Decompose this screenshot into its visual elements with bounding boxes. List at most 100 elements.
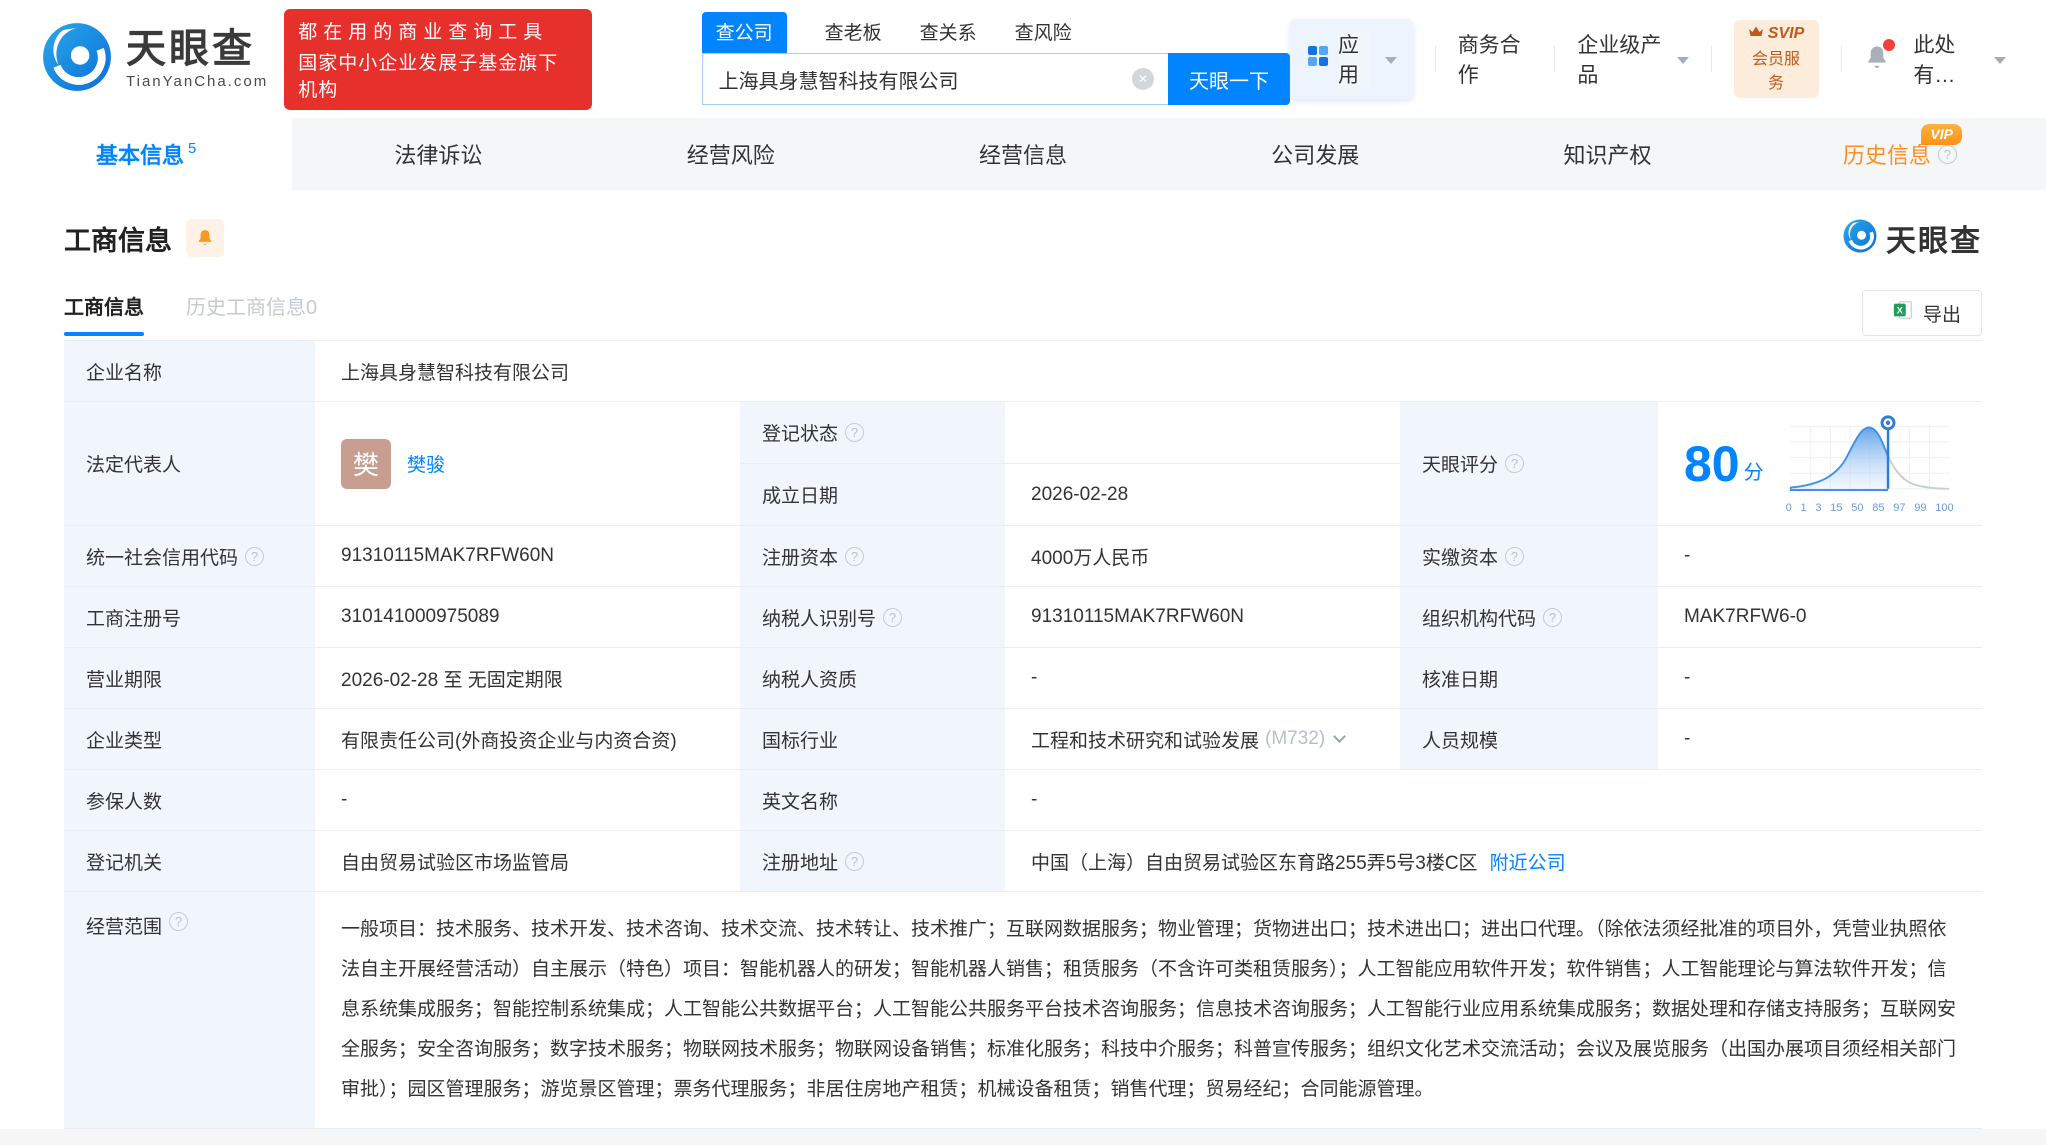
help-icon[interactable] bbox=[845, 852, 864, 871]
subscribe-bell-icon[interactable] bbox=[186, 219, 224, 257]
credit-code-value: 91310115MAK7RFW60N bbox=[315, 526, 740, 587]
divider bbox=[1554, 46, 1555, 72]
help-icon[interactable] bbox=[845, 423, 864, 442]
reg-status-value bbox=[1005, 402, 1400, 464]
score-distribution-chart: 01 315 5085 9799 100 bbox=[1786, 414, 1954, 514]
subtab-business-info[interactable]: 工商信息 bbox=[64, 291, 144, 336]
help-icon[interactable] bbox=[1505, 454, 1524, 473]
nearby-companies-link[interactable]: 附近公司 bbox=[1490, 848, 1566, 875]
svip-member-button[interactable]: SVIP 会员服务 bbox=[1734, 20, 1819, 98]
paid-capital-label: 实缴资本 bbox=[1400, 526, 1658, 587]
business-info-table: 企业名称 上海具身慧智科技有限公司 法定代表人 樊 樊骏 登记状态 成立日期 2… bbox=[64, 340, 1982, 1129]
notification-dot bbox=[1883, 39, 1895, 51]
svip-sub-label: 会员服务 bbox=[1748, 45, 1805, 93]
tab-count-badge: 5 bbox=[188, 140, 196, 157]
notification-bell-icon[interactable] bbox=[1863, 43, 1891, 76]
apps-label: 应用 bbox=[1338, 29, 1369, 89]
legal-rep-link[interactable]: 樊骏 bbox=[407, 450, 445, 477]
term-label: 营业期限 bbox=[64, 648, 315, 709]
company-name-label: 企业名称 bbox=[64, 341, 315, 402]
tianyancha-logo[interactable]: 天眼查 TianYanCha.com bbox=[40, 20, 268, 99]
address-label: 注册地址 bbox=[740, 831, 1005, 892]
slogan-line2: 国家中小企业发展子基金旗下机构 bbox=[298, 48, 577, 102]
divider bbox=[1435, 46, 1436, 72]
logo-swirl-icon bbox=[1842, 218, 1878, 259]
brand-domain: TianYanCha.com bbox=[126, 73, 268, 90]
svip-label: SVIP bbox=[1768, 25, 1804, 43]
score-unit: 分 bbox=[1744, 456, 1764, 485]
chevron-down-icon bbox=[1333, 730, 1346, 743]
reg-number-value: 310141000975089 bbox=[315, 587, 740, 648]
help-icon[interactable] bbox=[245, 547, 264, 566]
insured-label: 参保人数 bbox=[64, 770, 315, 831]
search-tab-boss[interactable]: 查老板 bbox=[825, 18, 882, 53]
score-axis-labels: 01 315 5085 9799 100 bbox=[1786, 502, 1954, 514]
reg-capital-value: 4000万人民币 bbox=[1005, 526, 1400, 587]
apps-menu-button[interactable]: 应用 bbox=[1290, 19, 1413, 99]
divider bbox=[1711, 46, 1712, 72]
tab-operation-risk[interactable]: 经营风险 bbox=[585, 118, 877, 190]
scope-value: 一般项目：技术服务、技术开发、技术咨询、技术交流、技术转让、技术推广；互联网数据… bbox=[315, 892, 1982, 1129]
staff-size-label: 人员规模 bbox=[1400, 709, 1658, 770]
search-tabs: 查公司 查老板 查关系 查风险 bbox=[702, 13, 1290, 53]
nav-business-cooperation[interactable]: 商务合作 bbox=[1458, 29, 1533, 89]
top-header: 天眼查 TianYanCha.com 都在用的商业查询工具 国家中小企业发展子基… bbox=[0, 0, 2046, 118]
company-tab-strip: 基本信息5 法律诉讼 经营风险 经营信息 公司发展 知识产权 VIP 历史信息 bbox=[0, 118, 2046, 190]
page-background-strip bbox=[0, 1129, 2046, 1145]
search-area: 查公司 查老板 查关系 查风险 天眼一下 bbox=[702, 13, 1290, 105]
slogan-line1: 都在用的商业查询工具 bbox=[298, 17, 577, 44]
excel-icon: X bbox=[1892, 299, 1914, 327]
org-code-value: MAK7RFW6-0 bbox=[1658, 587, 1982, 648]
industry-label: 国标行业 bbox=[740, 709, 1005, 770]
org-code-label: 组织机构代码 bbox=[1400, 587, 1658, 648]
registry-value: 自由贸易试验区市场监管局 bbox=[315, 831, 740, 892]
industry-value[interactable]: 工程和技术研究和试验发展 (M732) bbox=[1005, 709, 1400, 770]
tab-history-info[interactable]: VIP 历史信息 bbox=[1754, 118, 2046, 190]
tab-basic-info[interactable]: 基本信息5 bbox=[0, 118, 292, 190]
svg-text:X: X bbox=[1897, 306, 1904, 316]
help-icon[interactable] bbox=[1543, 608, 1562, 627]
address-value: 中国（上海）自由贸易试验区东育路255弄5号3楼C区 附近公司 bbox=[1005, 831, 1982, 892]
company-name-value: 上海具身慧智科技有限公司 bbox=[315, 341, 1982, 402]
business-info-card: 工商信息 天眼查 工商信息 历史工商信息0 bbox=[0, 190, 2046, 1129]
logo-swirl-icon bbox=[40, 20, 114, 99]
chevron-down-icon bbox=[1994, 57, 2006, 64]
tab-intellectual-property[interactable]: 知识产权 bbox=[1461, 118, 1753, 190]
taxpayer-quality-value: - bbox=[1005, 648, 1400, 709]
help-icon[interactable] bbox=[845, 547, 864, 566]
help-icon[interactable] bbox=[1505, 547, 1524, 566]
company-type-label: 企业类型 bbox=[64, 709, 315, 770]
tab-legal-litigation[interactable]: 法律诉讼 bbox=[292, 118, 584, 190]
industry-code: (M732) bbox=[1265, 728, 1325, 750]
est-date-label: 成立日期 bbox=[740, 464, 1005, 526]
help-icon[interactable] bbox=[1938, 145, 1957, 164]
search-button[interactable]: 天眼一下 bbox=[1168, 53, 1290, 105]
taxpayer-id-label: 纳税人识别号 bbox=[740, 587, 1005, 648]
paid-capital-value: - bbox=[1658, 526, 1982, 587]
score-label: 天眼评分 bbox=[1400, 402, 1658, 526]
search-tab-risk[interactable]: 查风险 bbox=[1015, 18, 1072, 53]
staff-size-value: - bbox=[1658, 709, 1982, 770]
chevron-down-icon bbox=[1385, 57, 1397, 64]
company-type-value: 有限责任公司(外商投资企业与内资合资) bbox=[315, 709, 740, 770]
approval-date-label: 核准日期 bbox=[1400, 648, 1658, 709]
top-nav: 应用 商务合作 企业级产品 SVIP 会员服务 bbox=[1290, 19, 2006, 99]
vip-badge: VIP bbox=[1921, 124, 1962, 145]
search-tab-relation[interactable]: 查关系 bbox=[920, 18, 977, 53]
taxpayer-id-value: 91310115MAK7RFW60N bbox=[1005, 587, 1400, 648]
help-icon[interactable] bbox=[883, 608, 902, 627]
nav-enterprise-products[interactable]: 企业级产品 bbox=[1577, 29, 1688, 89]
nav-user-menu[interactable]: 此处有… bbox=[1913, 29, 2006, 89]
tab-company-development[interactable]: 公司发展 bbox=[1169, 118, 1461, 190]
search-input[interactable] bbox=[702, 53, 1168, 105]
search-tab-company[interactable]: 查公司 bbox=[702, 12, 787, 53]
help-icon[interactable] bbox=[169, 912, 188, 931]
legal-rep-label: 法定代表人 bbox=[64, 402, 315, 526]
export-button[interactable]: X 导出 bbox=[1862, 290, 1982, 336]
clear-search-icon[interactable] bbox=[1132, 68, 1154, 90]
subtab-history-business-info[interactable]: 历史工商信息0 bbox=[186, 291, 317, 336]
status-date-subgrid: 登记状态 成立日期 2026-02-28 bbox=[740, 402, 1400, 526]
tab-operation-info[interactable]: 经营信息 bbox=[877, 118, 1169, 190]
legal-rep-avatar[interactable]: 樊 bbox=[341, 439, 391, 489]
taxpayer-quality-label: 纳税人资质 bbox=[740, 648, 1005, 709]
